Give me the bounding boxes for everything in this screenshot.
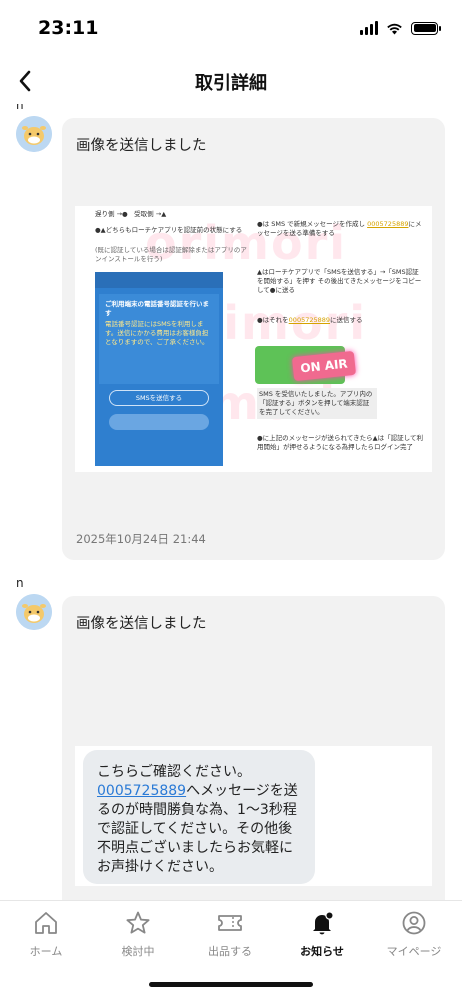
attached-image[interactable]: orimori orimori orimori 遅り側 →● 受取側 →▲ ●▲… [75,206,432,472]
image-note-sub: (既に認証している場合は認証解除またはアプリのアンインストールを行う) [95,246,247,263]
phone-heading: ご利用端末の電話番号認証を行います [105,300,209,317]
tab-notifications[interactable]: お知らせ [276,909,368,959]
phone-body: 電話番号認証にはSMSを利用します。送信にかかる費用はお客様負担となりますので、… [105,320,209,346]
cellular-signal-icon [360,21,378,35]
tab-mypage[interactable]: マイページ [368,909,460,959]
message-text: 画像を送信しました [76,138,207,154]
ticket-icon [218,915,242,931]
confirm-link: 0005725889 [97,783,187,799]
tab-label: マイページ [386,945,442,958]
confirm-message-card: こちらご確認ください。 0005725889へメッセージを送るのが時間勝負な為、… [83,750,315,884]
bell-icon [313,911,334,935]
sms-done-note: SMS を受信いたしました。アプリ内の「認証する」ボタンを押して端末認証を完了し… [257,388,377,419]
message-bubble: 画像を送信しました こちらご確認ください。 0005725889へメッセージを送… [62,596,445,900]
tab-label: 出品する [208,945,252,958]
home-icon [35,912,57,934]
message-bubble: 画像を送信しました orimori orimori orimori 遅り側 →●… [62,118,445,560]
tab-home[interactable]: ホーム [0,909,92,959]
confirm-line1: こちらご確認ください。 [97,764,251,780]
status-bar: 23:11 [0,0,462,58]
status-icons [360,21,441,35]
header: 取引詳細 [0,58,462,104]
image-step-1: ●は SMS で新規メッセージを作成し 0005725889にメッセージを送る準… [257,220,422,237]
message-timestamp: 2025年10月24日 21:44 [76,532,206,546]
phone-sms-button: SMSを送信する [109,390,209,406]
user-icon [402,911,426,935]
tab-label: お知らせ [300,945,344,958]
tab-sell[interactable]: 出品する [184,909,276,959]
image-legend: 遅り側 →● 受取側 →▲ [95,210,167,218]
image-bottom-note: ●に上記のメッセージが送られてきたら▲は「認証して利用開始」が押せるようになる為… [257,434,423,451]
star-icon [126,911,150,934]
status-time: 23:11 [38,17,99,39]
cow-avatar-icon [16,594,52,630]
home-indicator [149,982,313,987]
message-text: 画像を送信しました [76,616,207,632]
page-title: 取引詳細 [195,73,267,94]
cow-avatar-icon [16,116,52,152]
avatar[interactable] [16,594,52,630]
image-note: ●▲どちらもローチケアプリを認証前の状態にする [95,226,243,234]
image-step-2: ▲はローチケアプリで「SMSを送信する」→「SMS認証を開始する」を押す その後… [257,268,422,294]
attached-image[interactable]: こちらご確認ください。 0005725889へメッセージを送るのが時間勝負な為、… [75,746,432,886]
wifi-icon [387,23,402,34]
tab-favorites[interactable]: 検討中 [92,909,184,959]
tab-label: ホーム [29,945,63,958]
onair-sticker: ON AIR [291,350,357,382]
avatar[interactable] [16,116,52,152]
message-feed[interactable]: n 画像を送信しました orimori orimori orimori 遅り側 … [0,104,462,900]
image-step-3: ●はそれを0005725889に送信する [257,316,363,324]
tab-label: 検討中 [121,945,155,958]
phone-screenshot: ご利用端末の電話番号認証を行います 電話番号認証にはSMSを利用します。送信にか… [95,272,223,466]
sender-name: n [16,104,24,112]
battery-icon [411,21,441,35]
sender-name: n [16,576,24,590]
